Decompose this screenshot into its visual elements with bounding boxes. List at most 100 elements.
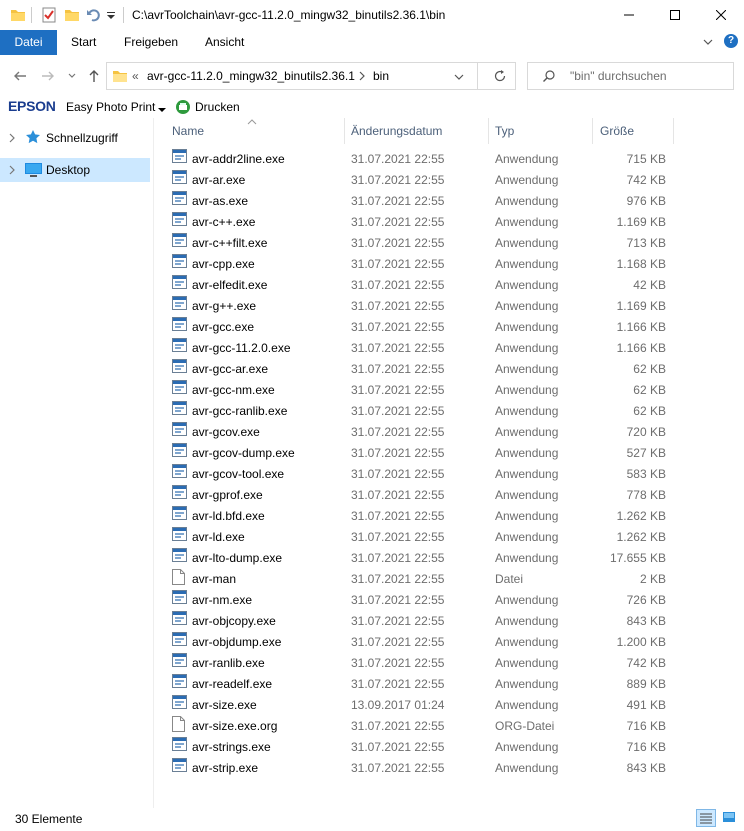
up-button[interactable] — [84, 58, 104, 94]
easy-photo-print-button[interactable]: Easy Photo Print — [66, 100, 155, 114]
file-type: Anwendung — [495, 488, 559, 502]
table-row[interactable]: avr-objcopy.exe 31.07.2021 22:55 Anwendung… — [166, 611, 676, 632]
table-row[interactable]: avr-addr2line.exe 31.07.2021 22:55 Anwendu… — [166, 149, 676, 170]
table-row[interactable]: avr-size.exe.org 31.07.2021 22:55 ORG-Date… — [166, 716, 676, 737]
file-date: 31.07.2021 22:55 — [351, 299, 445, 313]
minimize-button[interactable] — [606, 0, 652, 30]
address-dropdown-icon[interactable] — [454, 71, 464, 85]
column-separator[interactable] — [592, 118, 593, 144]
breadcrumb-parent[interactable]: avr-gcc-11.2.0_mingw32_binutils2.36.1 — [147, 69, 355, 83]
print-icon — [175, 99, 191, 118]
close-button[interactable] — [698, 0, 744, 30]
table-row[interactable]: avr-elfedit.exe 31.07.2021 22:55 Anwendung… — [166, 275, 676, 296]
file-size: 491 KB — [626, 698, 666, 712]
table-row[interactable]: avr-gcov-dump.exe 31.07.2021 22:55 Anwendu… — [166, 443, 676, 464]
table-row[interactable]: avr-nm.exe 31.07.2021 22:55 Anwendung 726 K… — [166, 590, 676, 611]
table-row[interactable]: avr-g++.exe 31.07.2021 22:55 Anwendung 1.16… — [166, 296, 676, 317]
epson-logo: EPSON — [8, 98, 56, 114]
file-size: 1.169 KB — [616, 299, 666, 313]
forward-button[interactable] — [36, 58, 60, 94]
search-input[interactable]: "bin" durchsuchen — [527, 62, 734, 90]
column-header-type[interactable]: Typ — [495, 118, 514, 144]
table-row[interactable]: avr-as.exe 31.07.2021 22:55 Anwendung 976 K… — [166, 191, 676, 212]
refresh-icon[interactable] — [493, 69, 507, 86]
file-type: Anwendung — [495, 299, 559, 313]
table-row[interactable]: avr-ar.exe 31.07.2021 22:55 Anwendung 742 K… — [166, 170, 676, 191]
column-separator[interactable] — [344, 118, 345, 144]
file-date: 31.07.2021 22:55 — [351, 656, 445, 670]
tab-start[interactable]: Start — [71, 30, 96, 55]
print-button[interactable]: Drucken — [195, 100, 240, 114]
large-icons-view-button[interactable] — [720, 809, 740, 827]
column-header-name[interactable]: Name — [172, 118, 204, 144]
back-button[interactable] — [8, 58, 32, 94]
tab-freigeben[interactable]: Freigeben — [124, 30, 178, 55]
address-field[interactable]: « avr-gcc-11.2.0_mingw32_binutils2.36.1 … — [106, 62, 516, 90]
undo-icon[interactable] — [86, 7, 102, 23]
quick-access-dropdown-icon[interactable] — [106, 7, 122, 23]
table-row[interactable]: avr-gcc.exe 31.07.2021 22:55 Anwendung 1.16… — [166, 317, 676, 338]
column-header-date[interactable]: Änderungsdatum — [351, 118, 442, 144]
application-icon — [172, 170, 187, 184]
table-row[interactable]: avr-strings.exe 31.07.2021 22:55 Anwendung… — [166, 737, 676, 758]
table-row[interactable]: avr-strip.exe 31.07.2021 22:55 Anwendung 84… — [166, 758, 676, 779]
table-row[interactable]: avr-objdump.exe 31.07.2021 22:55 Anwendung… — [166, 632, 676, 653]
file-date: 31.07.2021 22:55 — [351, 152, 445, 166]
table-row[interactable]: avr-gcov-tool.exe 31.07.2021 22:55 Anwendu… — [166, 464, 676, 485]
table-row[interactable]: avr-gprof.exe 31.07.2021 22:55 Anwendung 77… — [166, 485, 676, 506]
table-row[interactable]: avr-gcc-ranlib.exe 31.07.2021 22:55 Anwend… — [166, 401, 676, 422]
table-row[interactable]: avr-lto-dump.exe 31.07.2021 22:55 Anwendun… — [166, 548, 676, 569]
file-size: 527 KB — [626, 446, 666, 460]
application-icon — [172, 422, 187, 436]
table-row[interactable]: avr-size.exe 13.09.2017 01:24 Anwendung 491… — [166, 695, 676, 716]
chevron-right-icon[interactable] — [357, 69, 367, 86]
table-row[interactable]: avr-ld.bfd.exe 31.07.2021 22:55 Anwendung 1… — [166, 506, 676, 527]
table-row[interactable]: avr-gcc-nm.exe 31.07.2021 22:55 Anwendung 6… — [166, 380, 676, 401]
table-row[interactable]: avr-ld.exe 31.07.2021 22:55 Anwendung 1.262… — [166, 527, 676, 548]
application-icon — [172, 485, 187, 499]
table-row[interactable]: avr-c++.exe 31.07.2021 22:55 Anwendung 1.16… — [166, 212, 676, 233]
file-date: 31.07.2021 22:55 — [351, 320, 445, 334]
file-size: 1.166 KB — [616, 320, 666, 334]
table-row[interactable]: avr-ranlib.exe 31.07.2021 22:55 Anwendung 7… — [166, 653, 676, 674]
details-view-button[interactable] — [696, 809, 716, 827]
file-name: avr-ld.exe — [192, 530, 245, 544]
column-header-size[interactable]: Größe — [600, 118, 634, 144]
chevron-down-icon[interactable] — [702, 36, 714, 51]
file-date: 31.07.2021 22:55 — [351, 530, 445, 544]
desktop-icon — [25, 162, 42, 180]
application-icon — [172, 632, 187, 646]
file-name: avr-objdump.exe — [192, 635, 282, 649]
sidebar-item-schnellzugriff[interactable]: Schnellzugriff — [0, 126, 150, 150]
table-row[interactable]: avr-man 31.07.2021 22:55 Datei 2 KB — [166, 569, 676, 590]
sort-ascending-icon — [247, 114, 257, 128]
file-size: 742 KB — [626, 173, 666, 187]
table-row[interactable]: avr-c++filt.exe 31.07.2021 22:55 Anwendung… — [166, 233, 676, 254]
file-size: 889 KB — [626, 677, 666, 691]
table-row[interactable]: avr-cpp.exe 31.07.2021 22:55 Anwendung 1.16… — [166, 254, 676, 275]
table-row[interactable]: avr-gcov.exe 31.07.2021 22:55 Anwendung 720… — [166, 422, 676, 443]
help-icon[interactable]: ? — [724, 34, 738, 48]
chevron-right-icon[interactable] — [8, 132, 16, 147]
recent-locations-button[interactable] — [64, 58, 80, 94]
new-folder-icon[interactable] — [64, 7, 80, 23]
sidebar-item-desktop[interactable]: Desktop — [0, 158, 150, 182]
breadcrumb-current[interactable]: bin — [373, 69, 389, 83]
chevron-right-icon[interactable] — [8, 164, 16, 179]
tab-ansicht[interactable]: Ansicht — [205, 30, 244, 55]
file-date: 31.07.2021 22:55 — [351, 593, 445, 607]
column-separator[interactable] — [673, 118, 674, 144]
column-separator[interactable] — [488, 118, 489, 144]
file-name: avr-size.exe.org — [192, 719, 278, 733]
application-icon — [172, 758, 187, 772]
status-bar: 30 Elemente — [0, 808, 744, 831]
table-row[interactable]: avr-gcc-ar.exe 31.07.2021 22:55 Anwendung 6… — [166, 359, 676, 380]
file-size: 1.200 KB — [616, 635, 666, 649]
maximize-button[interactable] — [652, 0, 698, 30]
properties-icon[interactable] — [41, 7, 57, 23]
breadcrumb-overflow[interactable]: « — [132, 69, 139, 83]
table-row[interactable]: avr-readelf.exe 31.07.2021 22:55 Anwendung… — [166, 674, 676, 695]
tab-datei[interactable]: Datei — [0, 30, 57, 55]
dropdown-arrow-icon[interactable] — [158, 103, 166, 117]
table-row[interactable]: avr-gcc-11.2.0.exe 31.07.2021 22:55 Anwend… — [166, 338, 676, 359]
